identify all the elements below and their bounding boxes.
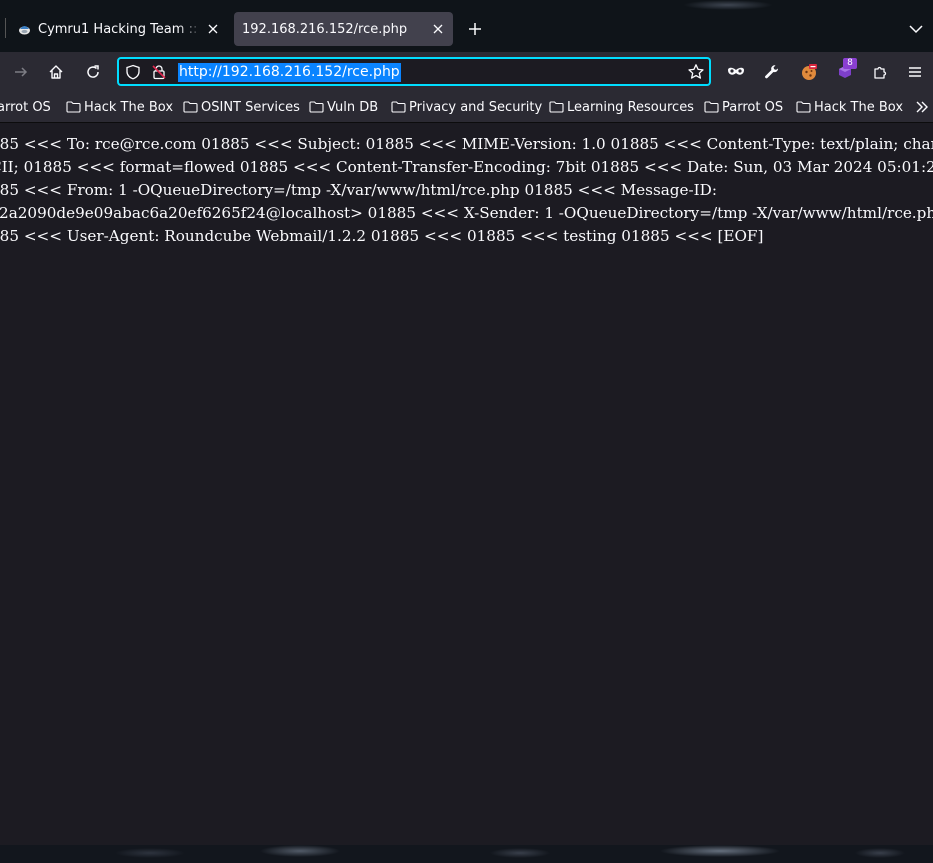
plus-icon: [469, 23, 481, 35]
page-content: 885 <<< To: rce@rce.com 01885 <<< Subjec…: [0, 123, 933, 845]
cookie-extension-button[interactable]: [797, 60, 821, 84]
close-icon[interactable]: [431, 22, 445, 36]
puzzle-icon: [874, 66, 887, 79]
menu-icon: [909, 67, 921, 77]
roundcube-icon: [18, 23, 31, 36]
chevron-double-right-icon: [916, 101, 928, 113]
bookmark-folder-privacy-security[interactable]: Privacy and Security: [391, 98, 542, 116]
insecure-lock-icon[interactable]: [151, 64, 167, 80]
mask-icon: [728, 67, 744, 75]
url-input[interactable]: http://192.168.216.152/rce.php: [178, 63, 401, 82]
folder-icon: [549, 101, 564, 113]
chevron-down-icon: [909, 25, 923, 34]
new-tab-button[interactable]: [463, 17, 487, 41]
developer-tools-button[interactable]: [760, 60, 784, 84]
bookmark-label: Vuln DB: [327, 99, 379, 115]
bookmark-label: Learning Resources: [567, 99, 694, 115]
reload-icon: [87, 65, 99, 78]
forward-icon: [15, 67, 28, 77]
bookmark-folder-hack-the-box-2[interactable]: Hack The Box: [796, 98, 903, 116]
bookmark-label: Hack The Box: [814, 99, 904, 115]
forward-button[interactable]: [9, 60, 33, 84]
browser-window: Cymru1 Hacking Team :: Cc 192.168.216.15…: [0, 0, 933, 863]
folder-icon: [309, 101, 324, 113]
wrench-icon: [765, 65, 779, 79]
close-icon[interactable]: [206, 22, 220, 36]
bookmark-label: Hack The Box: [84, 99, 174, 115]
folder-icon: [183, 101, 198, 113]
tab-strip: Cymru1 Hacking Team :: Cc 192.168.216.15…: [0, 0, 933, 52]
log-line: CII; 01885 <<< format=flowed 01885 <<< C…: [0, 158, 933, 176]
shield-icon[interactable]: [125, 64, 141, 80]
private-mask-button[interactable]: [724, 60, 748, 84]
navigation-toolbar: http://192.168.216.152/rce.php 8: [0, 52, 933, 92]
bookmark-star-icon[interactable]: [687, 63, 705, 81]
folder-icon: [391, 101, 406, 113]
tab-title: 192.168.216.152/rce.php: [242, 21, 408, 37]
bookmark-folder-learning-resources[interactable]: Learning Resources: [549, 98, 694, 116]
log-line: 885 <<< User-Agent: Roundcube Webmail/1.…: [0, 227, 764, 245]
bookmarks-overflow-button[interactable]: [913, 98, 931, 116]
bookmark-folder-hack-the-box[interactable]: Hack The Box: [66, 98, 173, 116]
bookmark-label: OSINT Services: [201, 99, 300, 115]
wallpaper-decoration: [683, 0, 773, 10]
bookmark-folder-vuln-db[interactable]: Vuln DB: [309, 98, 378, 116]
extension-badge: 8: [843, 58, 857, 69]
log-line: 885 <<< From: 1 -OQueueDirectory=/tmp -X…: [0, 181, 717, 199]
log-line: a2a2090de9e09abac6a20ef6265f24@localhost…: [0, 204, 933, 222]
bookmarks-toolbar: arrot OS Hack The Box OSINT Services Vul…: [0, 92, 933, 123]
folder-icon: [66, 101, 81, 113]
mail-log-output: 885 <<< To: rce@rce.com 01885 <<< Subjec…: [0, 133, 933, 248]
tab-cymru1[interactable]: Cymru1 Hacking Team :: Cc: [8, 12, 228, 46]
log-line: 885 <<< To: rce@rce.com 01885 <<< Subjec…: [0, 135, 933, 153]
bookmark-folder-parrot-os[interactable]: Parrot OS: [704, 98, 783, 116]
folder-icon: [704, 101, 719, 113]
desktop-wallpaper-strip: [0, 845, 933, 863]
bookmark-label: arrot OS: [0, 99, 51, 115]
cookie-icon: [802, 64, 817, 80]
bookmark-parrot-os[interactable]: arrot OS: [0, 98, 51, 116]
tab-title: Cymru1 Hacking Team :: Cc: [38, 21, 202, 37]
tab-separator: [5, 18, 6, 38]
list-all-tabs-button[interactable]: [904, 17, 928, 41]
bookmark-label: Privacy and Security: [409, 99, 543, 115]
bookmark-folder-osint-services[interactable]: OSINT Services: [183, 98, 300, 116]
home-button[interactable]: [44, 60, 68, 84]
bookmark-label: Parrot OS: [722, 99, 784, 115]
extensions-button[interactable]: [868, 60, 892, 84]
home-icon: [49, 65, 63, 79]
address-bar[interactable]: http://192.168.216.152/rce.php: [117, 57, 711, 86]
reload-button[interactable]: [81, 60, 105, 84]
folder-icon: [796, 101, 811, 113]
tab-rce-php[interactable]: 192.168.216.152/rce.php: [234, 12, 453, 46]
app-menu-button[interactable]: [903, 60, 927, 84]
extension-button[interactable]: 8: [833, 58, 857, 84]
